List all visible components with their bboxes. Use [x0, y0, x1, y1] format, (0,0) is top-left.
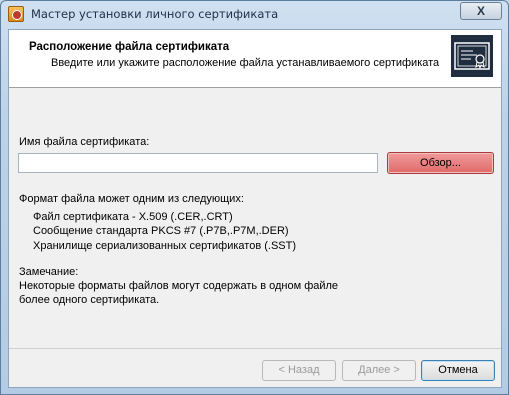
file-name-label: Имя файла сертификата: [19, 136, 150, 148]
window-title: Мастер установки личного сертификата [31, 7, 279, 21]
wizard-body: Расположение файла сертификата Введите и… [8, 29, 502, 388]
title-bar[interactable]: Мастер установки личного сертификата X [1, 1, 508, 29]
next-button[interactable]: Далее > [342, 360, 416, 381]
header-subtitle: Введите или укажите расположение файла у… [51, 57, 440, 69]
format-item: Файл сертификата - X.509 (.CER,.CRT) [33, 211, 233, 223]
wizard-header: Расположение файла сертификата Введите и… [9, 30, 501, 88]
footer-divider [9, 348, 501, 349]
note-line: Некоторые форматы файлов могут содержать… [19, 280, 339, 292]
note-title: Замечание: [19, 266, 79, 278]
back-button[interactable]: < Назад [262, 360, 336, 381]
certificate-app-icon [8, 6, 24, 22]
browse-button[interactable]: Обзор... [387, 152, 494, 174]
certificate-icon [451, 35, 493, 77]
header-title: Расположение файла сертификата [29, 41, 230, 53]
cancel-button[interactable]: Отмена [421, 360, 495, 381]
format-item: Сообщение стандарта PKCS #7 (.P7B,.P7M,.… [33, 225, 289, 237]
formats-intro: Формат файла может одним из следующих: [19, 193, 244, 205]
note-line: более одного сертификата. [19, 294, 160, 306]
file-path-input[interactable] [18, 153, 378, 173]
close-button[interactable]: X [460, 2, 502, 20]
wizard-window: Мастер установки личного сертификата X Р… [0, 0, 509, 395]
format-item: Хранилище сериализованных сертификатов (… [33, 240, 297, 252]
